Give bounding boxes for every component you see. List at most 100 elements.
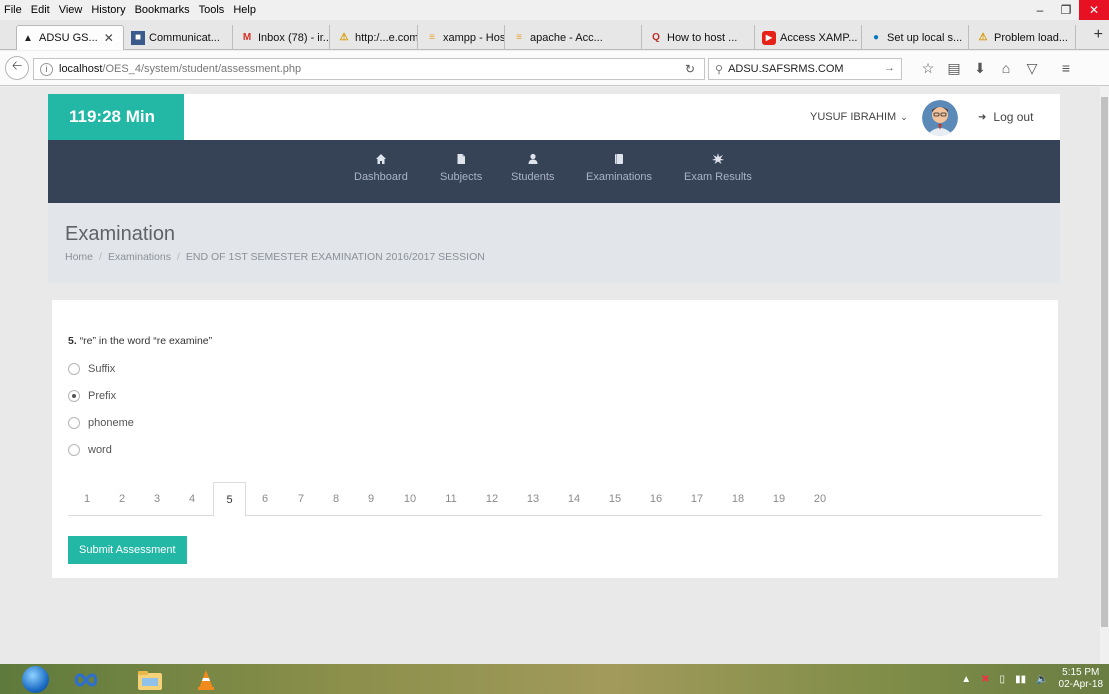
breadcrumb-home[interactable]: Home	[65, 251, 93, 263]
menu-hamburger-icon[interactable]: ≡	[1053, 60, 1079, 77]
taskbar-app-explorer-icon[interactable]	[130, 667, 170, 692]
page-link-4[interactable]: 4	[177, 482, 207, 516]
reload-icon[interactable]: ↻	[685, 62, 695, 76]
option-suffix[interactable]: Suffix	[68, 363, 115, 375]
browser-tab-4[interactable]: ⚠ http:/...e.com/	[333, 25, 418, 50]
user-menu[interactable]: YUSUF IBRAHIM ⌄	[810, 94, 908, 140]
page-link-17[interactable]: 17	[682, 482, 712, 516]
question-pagination: 1 2 3 4 5 6 7 8 9 10 11 12 13 14 15 16 1…	[68, 482, 1042, 517]
taskbar-app-infinity-icon[interactable]	[66, 667, 106, 692]
page-link-16[interactable]: 16	[641, 482, 671, 516]
close-icon[interactable]: ✕	[1079, 0, 1109, 20]
radio-button-selected[interactable]	[68, 390, 80, 402]
browser-navbar: 🡠 i localhost/OES_4/system/student/asses…	[0, 51, 1109, 86]
browser-tab-3[interactable]: M Inbox (78) - ir...	[236, 25, 330, 50]
info-icon[interactable]: i	[40, 62, 53, 76]
tab-label: http:/...e.com/	[355, 31, 418, 44]
bookmarks-list-icon[interactable]: ▤	[941, 60, 967, 77]
bookmark-star-icon[interactable]: ☆	[915, 60, 941, 77]
tray-expand-icon[interactable]: ▲	[961, 674, 971, 685]
page-icon: ■	[131, 30, 145, 45]
avatar[interactable]	[922, 100, 958, 136]
browser-tab-9[interactable]: ● Set up local s...	[865, 25, 969, 50]
page-link-2[interactable]: 2	[107, 482, 137, 516]
menu-view[interactable]: View	[59, 4, 83, 16]
tab-label: Inbox (78) - ir...	[258, 31, 330, 44]
os-taskbar: ▲ ✖ ▯ ▮▮ 🔈 5:15 PM 02-Apr-18	[0, 664, 1109, 694]
menu-bookmarks[interactable]: Bookmarks	[135, 4, 190, 16]
page-link-15[interactable]: 15	[600, 482, 630, 516]
logout-button[interactable]: ➜ Log out	[978, 94, 1033, 140]
page-link-6[interactable]: 6	[250, 482, 280, 516]
page-link-13[interactable]: 13	[518, 482, 548, 516]
page-link-12[interactable]: 12	[477, 482, 507, 516]
nav-item-examinations[interactable]: Examinations	[586, 153, 652, 183]
option-label: word	[88, 444, 112, 456]
menu-history[interactable]: History	[91, 4, 125, 16]
back-arrow-icon[interactable]: 🡠	[5, 56, 29, 80]
page-link-5-active[interactable]: 5	[213, 482, 246, 517]
breadcrumb-examinations[interactable]: Examinations	[108, 251, 171, 263]
signal-icon[interactable]: ▮▮	[1015, 674, 1026, 685]
menu-help[interactable]: Help	[233, 4, 256, 16]
page-link-9[interactable]: 9	[356, 482, 386, 516]
new-tab-icon[interactable]: +	[1094, 26, 1103, 44]
menu-edit[interactable]: Edit	[31, 4, 50, 16]
page-link-18[interactable]: 18	[723, 482, 753, 516]
browser-tab-2[interactable]: ■ Communicat...	[127, 25, 233, 50]
nav-item-subjects[interactable]: Subjects	[440, 153, 482, 183]
menu-file[interactable]: File	[4, 4, 22, 16]
url-bar[interactable]: i localhost/OES_4/system/student/assessm…	[33, 58, 705, 80]
option-label: Prefix	[88, 390, 117, 402]
radio-button[interactable]	[68, 363, 80, 375]
download-icon[interactable]: ⬇	[967, 60, 993, 77]
search-box[interactable]: ⚲ ADSU.SAFSRMS.COM →	[708, 58, 902, 80]
browser-tab-7[interactable]: Q How to host ...	[645, 25, 755, 50]
page-link-8[interactable]: 8	[321, 482, 351, 516]
stack-icon: ≡	[516, 32, 522, 43]
toolbar-icons: ☆ ▤ ⬇ ⌂ ▽ ≡	[915, 60, 1079, 77]
option-prefix[interactable]: Prefix	[68, 390, 116, 402]
scrollbar-thumb[interactable]	[1101, 97, 1108, 627]
browser-tab-1[interactable]: ▲ ADSU GS... ✕	[16, 25, 124, 50]
burst-icon	[711, 153, 724, 164]
page-link-10[interactable]: 10	[395, 482, 425, 516]
volume-icon[interactable]: 🔈	[1036, 674, 1048, 685]
page-link-11[interactable]: 11	[436, 482, 466, 516]
vertical-scrollbar[interactable]	[1100, 87, 1109, 664]
radio-button[interactable]	[68, 417, 80, 429]
battery-icon[interactable]: ▯	[1000, 674, 1006, 685]
breadcrumb: Home / Examinations / END OF 1ST SEMESTER EX…	[65, 251, 485, 263]
page-link-14[interactable]: 14	[559, 482, 589, 516]
menu-tools[interactable]: Tools	[199, 4, 225, 16]
page-link-1[interactable]: 1	[72, 482, 102, 516]
page-link-20[interactable]: 20	[805, 482, 835, 516]
system-clock[interactable]: 5:15 PM 02-Apr-18	[1059, 667, 1103, 691]
nav-item-students[interactable]: Students	[511, 153, 554, 183]
browser-tab-10[interactable]: ⚠ Problem load...	[972, 25, 1076, 50]
option-phoneme[interactable]: phoneme	[68, 417, 134, 429]
restore-icon[interactable]: ❐	[1053, 0, 1079, 20]
home-icon[interactable]: ⌂	[993, 60, 1019, 77]
nav-label: Exam Results	[684, 171, 752, 183]
page-link-19[interactable]: 19	[764, 482, 794, 516]
radio-button[interactable]	[68, 444, 80, 456]
pocket-icon[interactable]: ▽	[1019, 60, 1045, 77]
search-go-icon[interactable]: →	[884, 62, 895, 74]
page-link-7[interactable]: 7	[286, 482, 316, 516]
network-error-icon[interactable]: ✖	[981, 674, 989, 685]
start-button-icon[interactable]	[22, 666, 49, 693]
nav-item-exam-results[interactable]: Exam Results	[684, 153, 752, 183]
browser-tab-8[interactable]: ▶ Access XAMP...	[758, 25, 862, 50]
browser-tab-6[interactable]: ≡ apache - Acc...	[508, 25, 642, 50]
exam-timer: 119:28 Min	[48, 94, 184, 140]
page-link-3[interactable]: 3	[142, 482, 172, 516]
taskbar-app-vlc-icon[interactable]	[186, 667, 226, 692]
tab-close-icon[interactable]: ✕	[104, 31, 114, 45]
minimize-icon[interactable]: –	[1027, 0, 1053, 20]
browser-tab-5[interactable]: ≡ xampp - Host...	[421, 25, 505, 50]
option-word[interactable]: word	[68, 444, 112, 456]
nav-item-dashboard[interactable]: Dashboard	[354, 153, 408, 183]
submit-assessment-button[interactable]: Submit Assessment	[68, 536, 187, 564]
window-controls: – ❐ ✕	[1027, 0, 1109, 20]
